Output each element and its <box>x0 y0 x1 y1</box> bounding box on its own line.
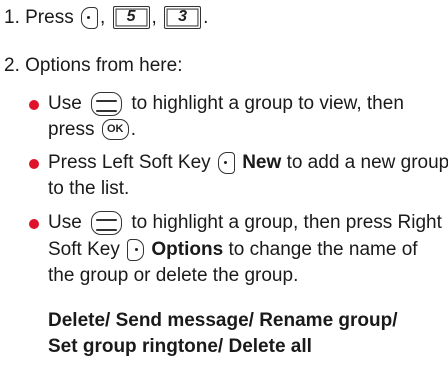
bullet-2-line-1: Press Left Soft Key New to add a new gro… <box>48 151 448 175</box>
bullet-marker <box>29 100 39 110</box>
step-1-line: 1. Press , 5, 3. <box>4 6 208 30</box>
bullet-3-text: to change the name of <box>228 239 418 260</box>
bullet-marker <box>29 159 39 169</box>
bullet-3-text: Soft Key <box>48 239 120 260</box>
bullet-2-line-2: to the list. <box>48 178 130 199</box>
bullet-3-line-3: the group or delete the group. <box>48 265 299 286</box>
bullet-marker <box>29 219 39 229</box>
bullet-1-line-2: press OK. <box>48 118 136 142</box>
step-2-heading: 2. Options from here: <box>4 55 183 76</box>
softkey-label-options: Options <box>151 239 224 260</box>
bullet-2-text: to add a new group <box>286 152 448 173</box>
step-1-prefix: 1. Press <box>4 7 74 28</box>
bullet-2-text: Press Left Soft Key <box>48 152 211 173</box>
step-1-end: . <box>203 7 209 28</box>
bullet-3-line-2: Soft Key Options to change the name of <box>48 238 418 262</box>
options-list-line-1: Delete/ Send message/ Rename group/ <box>48 310 398 331</box>
bullet-1-text: press <box>48 119 95 140</box>
navigation-key-icon <box>91 211 123 235</box>
bullet-3-text: to highlight a group, then press Right <box>131 212 442 234</box>
bullet-1-text: . <box>130 119 137 140</box>
navigation-key-icon <box>91 92 123 116</box>
separator: , <box>151 7 157 28</box>
options-list-line-2: Set group ringtone/ Delete all <box>48 336 312 357</box>
separator: , <box>99 7 106 28</box>
bullet-1-line-1: Use to highlight a group to view, then <box>48 92 404 116</box>
ok-key-icon: OK <box>101 119 129 141</box>
softkey-label-new: New <box>242 152 282 173</box>
number-3-key-icon: 3 <box>164 6 202 30</box>
left-soft-key-icon <box>80 6 98 29</box>
right-soft-key-icon <box>127 238 145 261</box>
left-soft-key-icon <box>217 151 235 174</box>
number-5-key-icon: 5 <box>112 6 150 30</box>
bullet-1-text: Use <box>48 93 82 115</box>
bullet-1-text: to highlight a group to view, then <box>131 93 404 115</box>
bullet-3-line-1: Use to highlight a group, then press Rig… <box>48 211 442 235</box>
bullet-3-text: Use <box>48 212 82 234</box>
